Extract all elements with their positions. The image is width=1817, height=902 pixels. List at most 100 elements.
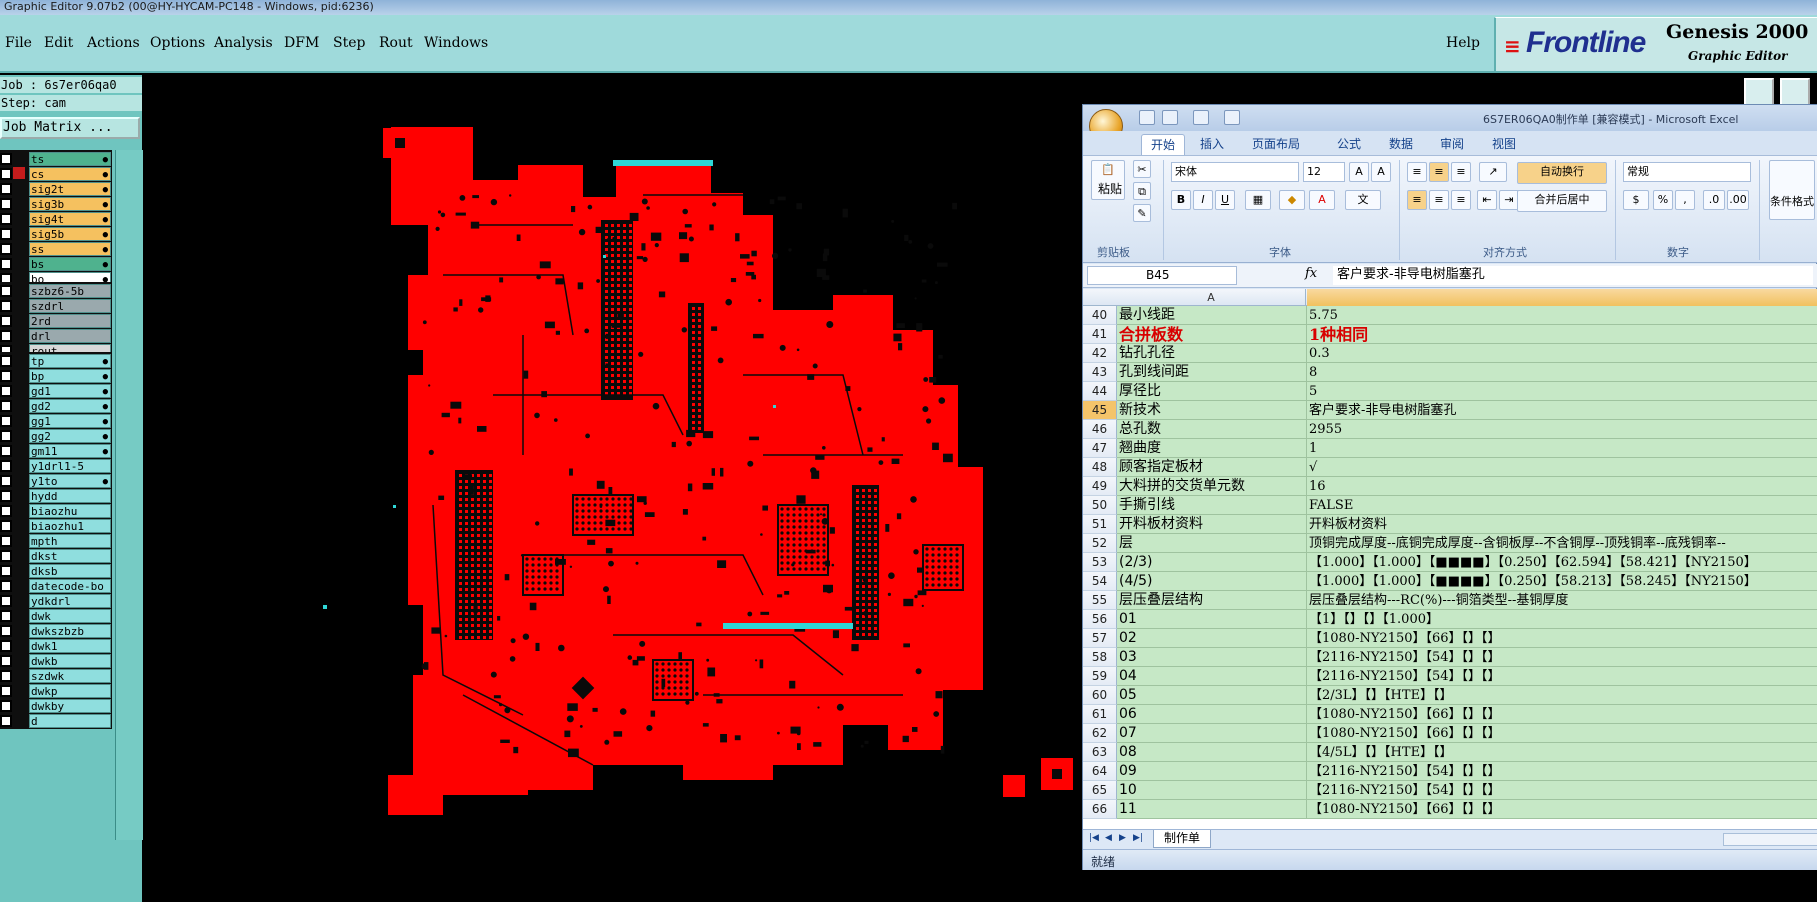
layer-checkbox[interactable] bbox=[0, 285, 12, 297]
layer-row-dwkby[interactable]: dwkby bbox=[0, 698, 112, 713]
decrease-decimal-icon[interactable]: .00 bbox=[1727, 190, 1749, 210]
layer-checkbox[interactable] bbox=[0, 460, 12, 472]
cell-a[interactable]: 最小线距 bbox=[1117, 306, 1307, 325]
cell-b[interactable]: 【1】【】【】【1.000】 bbox=[1307, 610, 1817, 629]
layer-name[interactable]: bp ● bbox=[29, 369, 111, 383]
cell-b[interactable]: 0.3 bbox=[1307, 344, 1817, 363]
cell-a[interactable]: 大料拼的交货单元数 bbox=[1117, 477, 1307, 496]
row-header[interactable]: 64 bbox=[1083, 762, 1117, 781]
row-header[interactable]: 40 bbox=[1083, 306, 1117, 325]
fill-color-icon[interactable]: ◆ bbox=[1279, 190, 1305, 210]
layer-name[interactable]: dwkszbzb bbox=[29, 624, 111, 638]
layer-checkbox[interactable] bbox=[0, 300, 12, 312]
layer-row-biaozhu[interactable]: biaozhu bbox=[0, 503, 112, 518]
layer-checkbox[interactable] bbox=[0, 700, 12, 712]
number-format-select[interactable]: 常规 bbox=[1623, 162, 1751, 182]
accounting-format-icon[interactable]: $ bbox=[1623, 190, 1649, 210]
tab-review[interactable]: 审阅 bbox=[1431, 134, 1473, 155]
column-a-header[interactable]: A bbox=[1117, 289, 1306, 306]
column-b-header[interactable] bbox=[1307, 289, 1817, 306]
layer-name[interactable]: dkst bbox=[29, 549, 111, 563]
prev-sheet-icon[interactable]: ◀ bbox=[1105, 833, 1117, 845]
layer-name[interactable]: dwkp bbox=[29, 684, 111, 698]
row-header[interactable]: 42 bbox=[1083, 344, 1117, 363]
cell-a[interactable]: 翘曲度 bbox=[1117, 439, 1307, 458]
layer-row-tp[interactable]: tp ● bbox=[0, 353, 112, 368]
layer-name[interactable]: ydkdrl bbox=[29, 594, 111, 608]
layer-row-drl[interactable]: drl bbox=[0, 328, 112, 343]
layer-checkbox[interactable] bbox=[0, 610, 12, 622]
last-sheet-icon[interactable]: ▶| bbox=[1133, 833, 1145, 845]
cell-a[interactable]: 层 bbox=[1117, 534, 1307, 553]
row-header[interactable]: 55 bbox=[1083, 591, 1117, 610]
layer-row-dksb[interactable]: dksb bbox=[0, 563, 112, 578]
layer-name[interactable]: dwkby bbox=[29, 699, 111, 713]
italic-icon[interactable]: I bbox=[1193, 190, 1213, 210]
layer-row-gg2[interactable]: gg2 ● bbox=[0, 428, 112, 443]
row-header[interactable]: 48 bbox=[1083, 458, 1117, 477]
layer-name[interactable]: szdwk bbox=[29, 669, 111, 683]
layer-row-2rd[interactable]: 2rd bbox=[0, 313, 112, 328]
row-header[interactable]: 58 bbox=[1083, 648, 1117, 667]
cell-b[interactable]: 16 bbox=[1307, 477, 1817, 496]
layer-checkbox[interactable] bbox=[0, 153, 12, 165]
layer-checkbox[interactable] bbox=[0, 550, 12, 562]
layer-row-szbz6-5b[interactable]: szbz6-5b bbox=[0, 283, 112, 298]
row-header[interactable]: 54 bbox=[1083, 572, 1117, 591]
layer-row-d[interactable]: d bbox=[0, 713, 112, 728]
layer-name[interactable]: bs ● bbox=[29, 257, 111, 271]
layer-name[interactable]: mpth bbox=[29, 534, 111, 548]
layer-row-bp[interactable]: bp ● bbox=[0, 368, 112, 383]
layer-checkbox[interactable] bbox=[0, 355, 12, 367]
format-painter-icon[interactable]: ✎ bbox=[1133, 204, 1151, 222]
layer-checkbox[interactable] bbox=[0, 655, 12, 667]
cell-a[interactable]: 04 bbox=[1117, 667, 1307, 686]
row-header[interactable]: 63 bbox=[1083, 743, 1117, 762]
align-right-icon[interactable]: ≡ bbox=[1451, 190, 1471, 210]
increase-decimal-icon[interactable]: .0 bbox=[1703, 190, 1725, 210]
sheet-grid[interactable]: A 40 最小线距 5.75 41 合拼板数 1种相同 42 钻孔孔径 0.3 43 孔到线间距 8 4… bbox=[1083, 289, 1817, 829]
fx-icon[interactable]: fx bbox=[1305, 266, 1317, 281]
layer-row-bs[interactable]: bs ● bbox=[0, 256, 112, 271]
cell-b[interactable]: 【2116-NY2150】【54】【】【】 bbox=[1307, 667, 1817, 686]
row-header[interactable]: 44 bbox=[1083, 382, 1117, 401]
row-header[interactable]: 60 bbox=[1083, 686, 1117, 705]
cell-b[interactable]: 客户要求-非导电树脂塞孔 bbox=[1307, 401, 1817, 420]
layer-checkbox[interactable] bbox=[0, 475, 12, 487]
layer-name[interactable]: dwk bbox=[29, 609, 111, 623]
layer-checkbox[interactable] bbox=[0, 715, 12, 727]
wrap-text-button[interactable]: 自动换行 bbox=[1517, 162, 1607, 184]
row-header[interactable]: 61 bbox=[1083, 705, 1117, 724]
layer-checkbox[interactable] bbox=[0, 315, 12, 327]
layer-row-gd2[interactable]: gd2 ● bbox=[0, 398, 112, 413]
cell-a[interactable]: 08 bbox=[1117, 743, 1307, 762]
font-color-icon[interactable]: A bbox=[1309, 190, 1335, 210]
layer-name[interactable]: ts ● bbox=[29, 152, 111, 166]
formula-input[interactable]: 客户要求-非导电树脂塞孔 bbox=[1333, 266, 1813, 285]
tab-data[interactable]: 数据 bbox=[1380, 134, 1422, 155]
layer-name[interactable]: datecode-bo bbox=[29, 579, 111, 593]
cell-b[interactable]: 【2116-NY2150】【54】【】【】 bbox=[1307, 781, 1817, 800]
row-header[interactable]: 51 bbox=[1083, 515, 1117, 534]
layer-row-sig3b[interactable]: sig3b ● bbox=[0, 196, 112, 211]
cell-b[interactable]: 【1.000】【1.000】【■■■■】【0.250】【62.594】【58.4… bbox=[1307, 553, 1817, 572]
merge-center-button[interactable]: 合并后居中 bbox=[1517, 190, 1607, 212]
layer-name[interactable]: y1drl1-5 bbox=[29, 459, 111, 473]
layer-name[interactable]: cs ● bbox=[29, 167, 111, 181]
cell-b[interactable]: 开料板材资料 bbox=[1307, 515, 1817, 534]
row-header[interactable]: 62 bbox=[1083, 724, 1117, 743]
tab-home[interactable]: 开始 bbox=[1141, 134, 1186, 155]
conditional-format-button[interactable]: 条件格式 bbox=[1769, 160, 1815, 220]
layer-name[interactable]: d bbox=[29, 714, 111, 728]
cut-icon[interactable]: ✂ bbox=[1133, 160, 1151, 178]
cell-a[interactable]: 合拼板数 bbox=[1117, 325, 1307, 344]
cell-a[interactable]: 11 bbox=[1117, 800, 1307, 819]
cell-a[interactable]: 总孔数 bbox=[1117, 420, 1307, 439]
cell-a[interactable]: 厚径比 bbox=[1117, 382, 1307, 401]
layer-checkbox[interactable] bbox=[0, 243, 12, 255]
layer-name[interactable]: tp ● bbox=[29, 354, 111, 368]
layer-name[interactable]: sig2t ● bbox=[29, 182, 111, 196]
row-header[interactable]: 43 bbox=[1083, 363, 1117, 382]
layer-row-sig4t[interactable]: sig4t ● bbox=[0, 211, 112, 226]
cell-b[interactable]: 5.75 bbox=[1307, 306, 1817, 325]
